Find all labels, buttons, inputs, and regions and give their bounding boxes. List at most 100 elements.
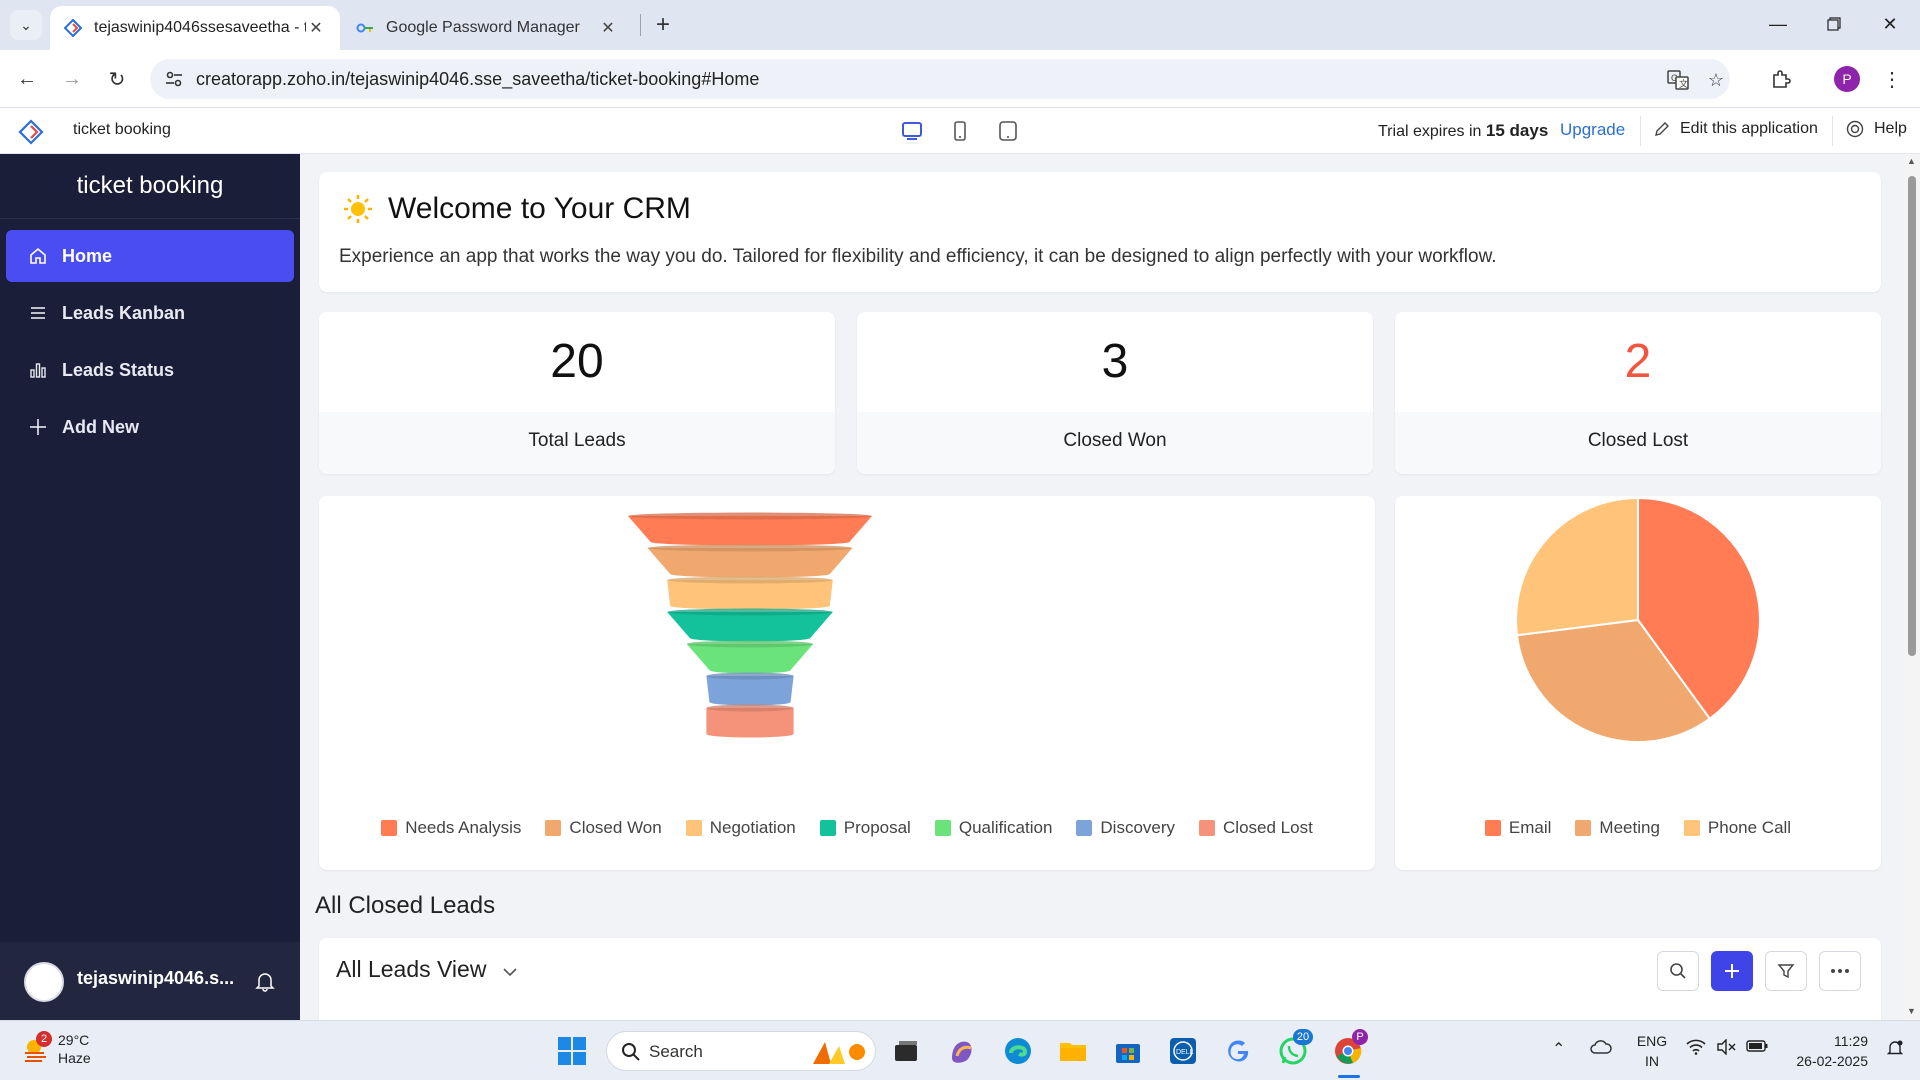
legend-item[interactable]: Email [1484,818,1551,838]
taskbar-search-box[interactable]: Search [606,1031,876,1071]
funnel-segment[interactable] [667,576,833,610]
view-name: All Leads View [336,956,487,982]
close-tab-icon[interactable]: ✕ [306,18,326,38]
bar-chart-icon [28,360,48,380]
forward-arrow-icon[interactable]: → [57,64,87,94]
sidebar-item-leads-status[interactable]: Leads Status [6,344,294,396]
weather-widget[interactable]: 2 29°C Haze [22,1031,91,1067]
notifications-bell-icon[interactable] [1886,1039,1904,1060]
plus-icon [28,417,48,437]
zoho-creator-logo-icon[interactable] [18,119,44,145]
google-icon[interactable] [1220,1033,1256,1069]
legend-item[interactable]: Closed Won [545,818,662,838]
legend-item[interactable]: Qualification [934,818,1052,838]
pie-slice[interactable] [1515,496,1639,637]
close-window-button[interactable]: ✕ [1862,0,1918,48]
minimize-button[interactable]: — [1750,0,1806,48]
file-explorer-icon[interactable] [1055,1033,1091,1069]
browser-menu-icon[interactable]: ⋮ [1882,64,1902,94]
tab-title: tejaswinip4046ssesaveetha - ti [94,19,306,36]
stat-label-area: Closed Lost [1395,412,1881,474]
whatsapp-icon[interactable]: 20 [1275,1029,1313,1069]
mobile-view-icon[interactable] [948,119,972,143]
new-tab-button[interactable]: + [648,10,678,40]
language-indicator[interactable]: ENG IN [1636,1031,1668,1071]
bookmark-star-icon[interactable]: ☆ [1704,68,1728,92]
volume-muted-icon[interactable] [1716,1038,1736,1058]
funnel-segment[interactable] [667,608,833,642]
stat-label: Closed Lost [1587,430,1689,451]
scrollbar-thumb[interactable] [1908,176,1916,656]
legend-item[interactable]: Closed Lost [1199,818,1313,838]
stat-label-area: Closed Won [857,412,1373,474]
battery-icon[interactable] [1746,1039,1768,1056]
sidebar-item-add-new[interactable]: Add New [6,401,294,453]
notification-bell-icon[interactable] [254,970,276,992]
edit-application-button[interactable]: Edit this application [1654,120,1818,138]
legend-item[interactable]: Phone Call [1683,818,1791,838]
chrome-icon[interactable]: P [1330,1029,1368,1069]
legend-item[interactable]: Discovery [1076,818,1175,838]
tab-search-button[interactable]: ⌄ [10,10,42,40]
tablet-view-icon[interactable] [996,119,1020,143]
windows-start-icon[interactable] [554,1033,590,1069]
scroll-down-arrow-icon[interactable]: ▼ [1907,1006,1916,1016]
upgrade-link[interactable]: Upgrade [1560,120,1625,140]
onedrive-cloud-icon[interactable] [1590,1039,1612,1058]
legend-item[interactable]: Needs Analysis [381,818,521,838]
edit-application-label: Edit this application [1680,120,1818,137]
page-scrollbar[interactable]: ▲ ▼ [1904,154,1920,1020]
url-omnibox[interactable]: creatorapp.zoho.in/tejaswinip4046.sse_sa… [150,59,1730,99]
search-button[interactable] [1657,951,1699,991]
weather-haze-icon: 2 [22,1031,52,1063]
browser-tab-active[interactable]: tejaswinip4046ssesaveetha - ti ✕ [50,6,340,50]
filter-icon [1777,964,1795,979]
funnel-segment[interactable] [628,512,872,546]
microsoft-store-icon[interactable] [1110,1033,1146,1069]
legend-item[interactable]: Negotiation [685,818,796,838]
system-clock[interactable]: 11:29 26-02-2025 [1786,1031,1868,1071]
funnel-segment[interactable] [706,672,794,706]
add-record-button[interactable] [1711,951,1753,991]
legend-item[interactable]: Proposal [819,818,911,838]
close-tab-icon[interactable]: ✕ [598,18,618,38]
lang-code: ENG [1636,1033,1668,1049]
translate-icon[interactable]: G文 [1666,68,1690,92]
funnel-segment[interactable] [647,544,853,578]
browser-tab-bar: ⌄ tejaswinip4046ssesaveetha - ti ✕ Googl… [0,0,1920,50]
sidebar-item-leads-kanban[interactable]: Leads Kanban [6,287,294,339]
sidebar-user-panel[interactable]: tejaswinip4046.s... [0,942,300,1020]
legend-item[interactable]: Meeting [1575,818,1660,838]
chevron-up-icon[interactable]: ⌃ [1552,1039,1565,1059]
legend-label: Meeting [1599,818,1660,837]
task-view-icon[interactable] [888,1033,924,1069]
back-arrow-icon[interactable]: ← [12,64,42,94]
funnel-segment[interactable] [706,704,794,738]
dell-icon[interactable]: DELL [1165,1033,1201,1069]
funnel-segment[interactable] [686,640,814,674]
filter-button[interactable] [1765,951,1807,991]
restore-button[interactable] [1806,0,1862,48]
more-options-button[interactable] [1819,951,1861,991]
copilot-icon[interactable] [944,1033,980,1069]
weather-text: 29°C Haze [58,1031,91,1067]
view-selector[interactable]: All Leads View [336,956,518,983]
site-info-icon[interactable] [164,69,184,89]
wifi-icon[interactable] [1686,1039,1706,1058]
legend-label: Proposal [843,818,911,837]
extensions-puzzle-icon[interactable] [1766,64,1796,94]
legend-swatch [1076,820,1093,836]
funnel-chart-svg [628,512,872,738]
reload-icon[interactable]: ↻ [102,64,132,94]
help-button[interactable]: Help [1846,120,1907,138]
edge-browser-icon[interactable] [1000,1033,1036,1069]
scroll-up-arrow-icon[interactable]: ▲ [1907,156,1916,166]
stat-label-area: Total Leads [319,412,835,474]
search-icon [622,1043,640,1061]
browser-tab-password-manager[interactable]: Google Password Manager ✕ [342,6,632,50]
desktop-view-icon[interactable] [900,119,924,143]
user-avatar[interactable] [24,962,64,1002]
profile-avatar[interactable]: P [1834,66,1860,92]
weather-temp: 29°C [58,1032,90,1048]
sidebar-item-home[interactable]: Home [6,230,294,282]
